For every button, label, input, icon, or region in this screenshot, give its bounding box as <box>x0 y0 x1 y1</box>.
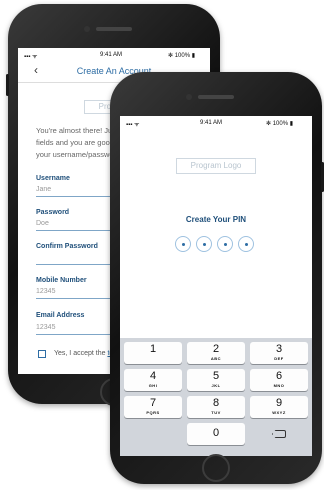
mobile-number-label: Mobile Number <box>36 277 87 284</box>
key-9[interactable]: 9 WXYZ <box>250 396 308 418</box>
key-number: 2 <box>212 343 220 355</box>
volume-button <box>6 74 9 96</box>
key-4[interactable]: 4 GHI <box>124 369 182 391</box>
signal-wifi-icon: ▪▪▪ ᯤ <box>126 122 140 128</box>
earpiece-speaker <box>96 27 132 31</box>
front-camera <box>84 26 90 32</box>
key-letters: MNO <box>273 383 285 388</box>
pin-digit-dot <box>238 236 254 252</box>
key-letters: GHI <box>148 383 158 388</box>
password-field[interactable]: Doe <box>36 220 49 227</box>
earpiece-speaker <box>198 95 234 99</box>
key-letters: JKL <box>211 383 221 388</box>
key-letters: PQRS <box>146 410 160 415</box>
backspace-icon[interactable] <box>272 430 286 438</box>
terms-checkbox[interactable] <box>38 350 46 358</box>
key-number: 6 <box>275 370 283 382</box>
pin-digit-dot <box>217 236 233 252</box>
program-logo: Program Logo <box>176 158 256 174</box>
home-button <box>202 454 230 482</box>
create-pin-screen: ▪▪▪ ᯤ 9:41 AM ✻ 100% ▮ Program Logo Crea… <box>120 116 312 456</box>
key-6[interactable]: 6 MNO <box>250 369 308 391</box>
numeric-keypad: 1 2 ABC 3 DEF 4 GHI 5 JKL 6 MNO 7 PQRS 8 TUV 9W… <box>120 338 312 456</box>
username-field[interactable]: Jane <box>36 186 51 193</box>
signal-wifi-icon: ▪▪▪ ᯤ <box>24 54 38 60</box>
mobile-number-field[interactable]: 12345 <box>36 288 55 295</box>
key-7[interactable]: 7 PQRS <box>124 396 182 418</box>
key-number: 1 <box>149 343 157 355</box>
key-letters: TUV <box>211 410 221 415</box>
battery-percent: 100% <box>272 121 289 127</box>
pin-title: Create Your PIN <box>185 215 247 224</box>
pin-entry[interactable] <box>175 236 254 252</box>
key-8[interactable]: 8 TUV <box>187 396 245 418</box>
status-bar: ▪▪▪ ᯤ 9:41 AM ✻ 100% ▮ <box>18 48 210 62</box>
status-time: 9:41 AM <box>100 52 123 58</box>
key-3[interactable]: 3 DEF <box>250 342 308 364</box>
key-5[interactable]: 5 JKL <box>187 369 245 391</box>
key-2[interactable]: 2 ABC <box>187 342 245 364</box>
key-number: 0 <box>212 427 220 439</box>
key-0[interactable]: 0 <box>187 423 245 445</box>
key-letters: DEF <box>274 356 284 361</box>
battery-percent: 100% <box>174 53 191 59</box>
key-number: 7 <box>149 397 157 409</box>
pin-digit-dot <box>175 236 191 252</box>
key-number: 9 <box>275 397 283 409</box>
key-number: 5 <box>212 370 220 382</box>
key-number: 4 <box>149 370 157 382</box>
key-number: 8 <box>212 397 220 409</box>
front-phone-device: ▪▪▪ ᯤ 9:41 AM ✻ 100% ▮ Program Logo Crea… <box>110 72 324 484</box>
pin-digit-dot <box>196 236 212 252</box>
email-address-label: Email Address <box>36 312 85 319</box>
key-letters: ABC <box>210 356 222 361</box>
email-address-field[interactable]: 12345 <box>36 324 55 331</box>
status-bar: ▪▪▪ ᯤ 9:41 AM ✻ 100% ▮ <box>120 116 312 130</box>
terms-prefix: Yes, I accept the <box>54 350 108 357</box>
bluetooth-battery: ✻ 100% ▮ <box>266 121 294 127</box>
password-label: Password <box>36 209 70 216</box>
username-label: Username <box>36 175 70 182</box>
status-time: 9:41 AM <box>200 120 223 126</box>
key-1[interactable]: 1 <box>124 342 182 364</box>
bluetooth-battery: ✻ 100% ▮ <box>168 53 196 59</box>
front-camera <box>186 94 192 100</box>
key-number: 3 <box>275 343 283 355</box>
confirm-password-label: Confirm Password <box>36 243 98 250</box>
key-letters: WXYZ <box>272 410 286 415</box>
